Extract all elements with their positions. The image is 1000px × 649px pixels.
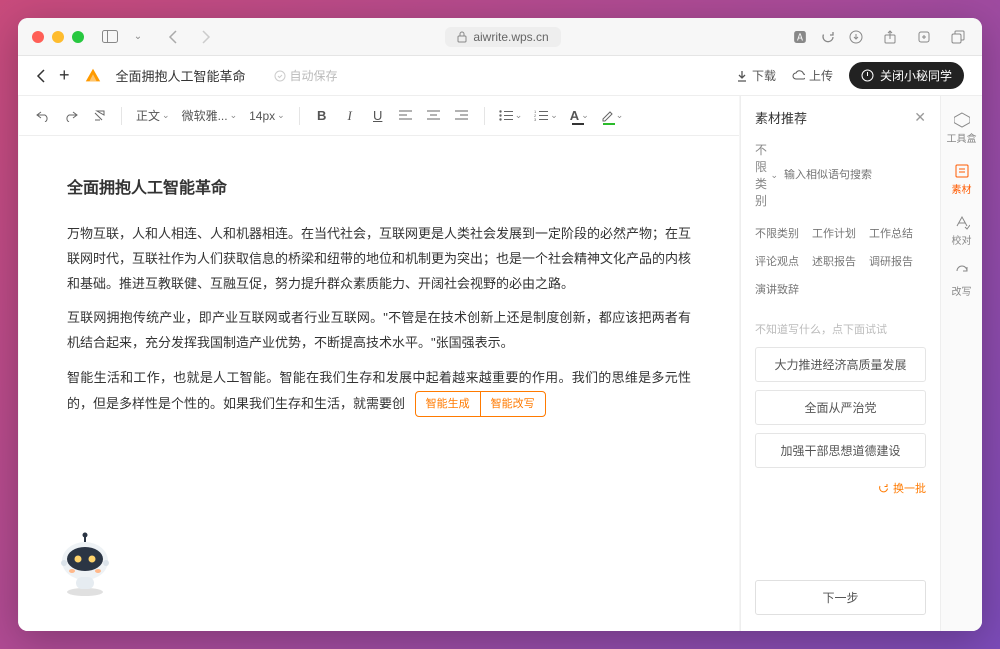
document-title[interactable]: 全面拥抱人工智能革命: [116, 66, 246, 85]
category-item[interactable]: 演讲致辞: [755, 275, 812, 303]
category-item[interactable]: 述职报告: [812, 247, 869, 275]
paragraph: 万物互联，人和人相连、人和机器相连。在当代社会，互联网更是人类社会发展到一定阶段…: [67, 222, 691, 296]
url-text: aiwrite.wps.cn: [473, 30, 548, 44]
font-color-button[interactable]: A⌄: [566, 104, 593, 128]
close-panel-icon[interactable]: ✕: [914, 109, 926, 126]
align-left-button[interactable]: [394, 104, 418, 128]
svg-text:3: 3: [534, 117, 537, 121]
panel-title: 素材推荐: [755, 108, 807, 127]
category-select[interactable]: 不限类别⌄: [755, 141, 778, 209]
align-right-button[interactable]: [450, 104, 474, 128]
material-search-input[interactable]: [784, 169, 926, 181]
document-heading: 全面拥抱人工智能革命: [67, 174, 691, 204]
category-item[interactable]: 评论观点: [755, 247, 812, 275]
tabs-icon[interactable]: [948, 27, 968, 47]
bold-button[interactable]: B: [310, 104, 334, 128]
paragraph: 智能生活和工作，也就是人工智能。智能在我们生存和发展中起着越来越重要的作用。我们…: [67, 366, 691, 418]
category-grid: 不限类别 工作计划 工作总结 评论观点 述职报告 调研报告 演讲致辞: [755, 219, 926, 303]
window-close[interactable]: [32, 31, 44, 43]
download-button[interactable]: 下载: [736, 67, 776, 84]
undo-button[interactable]: [31, 104, 55, 128]
font-family-select[interactable]: 微软雅...⌄: [178, 104, 242, 128]
editor-toolbar: 正文⌄ 微软雅...⌄ 14px⌄ B I U ⌄ 123⌄ A⌄ ⌄: [19, 96, 739, 136]
smart-actions: 智能生成 智能改写: [415, 391, 546, 418]
bullet-list-button[interactable]: ⌄: [495, 104, 527, 128]
close-assistant-button[interactable]: 关闭小秘同学: [849, 62, 964, 89]
sidebar-toggle-icon[interactable]: [100, 27, 120, 47]
hint-text: 不知道写什么，点下面试试: [755, 321, 926, 337]
wps-logo-icon: [84, 67, 102, 85]
new-doc-icon[interactable]: +: [59, 65, 70, 86]
rail-toolbox[interactable]: 工具盒: [943, 106, 981, 151]
number-list-button[interactable]: 123⌄: [530, 104, 562, 128]
rail-proofread[interactable]: 校对: [943, 208, 981, 253]
translate-icon[interactable]: 🅰: [790, 27, 810, 47]
browser-titlebar: ⌄ aiwrite.wps.cn 🅰: [18, 18, 982, 56]
next-step-button[interactable]: 下一步: [755, 580, 926, 615]
rail-rewrite[interactable]: 改写: [943, 259, 981, 304]
rail-material[interactable]: 素材: [943, 157, 981, 202]
category-item[interactable]: 调研报告: [869, 247, 926, 275]
font-size-select[interactable]: 14px⌄: [245, 104, 289, 128]
share-icon[interactable]: [880, 27, 900, 47]
category-item[interactable]: 工作总结: [869, 219, 926, 247]
category-item[interactable]: 不限类别: [755, 219, 812, 247]
underline-button[interactable]: U: [366, 104, 390, 128]
reload-icon[interactable]: [818, 27, 838, 47]
redo-button[interactable]: [59, 104, 83, 128]
window-maximize[interactable]: [72, 31, 84, 43]
new-tab-icon[interactable]: [914, 27, 934, 47]
material-panel: 素材推荐 ✕ 不限类别⌄ 不限类别 工作计划 工作总结 评论观点 述职报告 调研…: [740, 96, 940, 631]
right-rail: 工具盒 素材 校对 改写: [940, 96, 982, 631]
app-bar: + 全面拥抱人工智能革命 自动保存 下载 上传 关闭小秘同学: [18, 56, 982, 96]
assistant-avatar[interactable]: [50, 529, 120, 599]
paragraph-style-select[interactable]: 正文⌄: [132, 104, 174, 128]
nav-back-icon[interactable]: [162, 27, 182, 47]
paragraph: 互联网拥抱传统产业，即产业互联网或者行业互联网。"不管是在技术创新上还是制度创新…: [67, 306, 691, 355]
address-bar[interactable]: aiwrite.wps.cn: [445, 27, 560, 47]
suggestion-item[interactable]: 大力推进经济高质量发展: [755, 347, 926, 382]
category-item[interactable]: 工作计划: [812, 219, 869, 247]
autosave-status: 自动保存: [274, 67, 338, 84]
smart-generate-button[interactable]: 智能生成: [416, 392, 481, 417]
suggestion-item[interactable]: 加强干部思想道德建设: [755, 433, 926, 468]
download-icon[interactable]: [846, 27, 866, 47]
italic-button[interactable]: I: [338, 104, 362, 128]
highlight-color-button[interactable]: ⌄: [597, 104, 628, 128]
window-minimize[interactable]: [52, 31, 64, 43]
app-back-icon[interactable]: [36, 69, 45, 83]
suggestion-item[interactable]: 全面从严治党: [755, 390, 926, 425]
align-center-button[interactable]: [422, 104, 446, 128]
document-page[interactable]: 全面拥抱人工智能革命 万物互联，人和人相连、人和机器相连。在当代社会，互联网更是…: [19, 136, 739, 631]
smart-rewrite-button[interactable]: 智能改写: [481, 392, 545, 417]
refresh-suggestions-button[interactable]: 换一批: [755, 480, 926, 496]
lock-icon: [457, 31, 467, 43]
upload-button[interactable]: 上传: [792, 67, 833, 84]
format-clear-button[interactable]: [87, 104, 111, 128]
nav-forward-icon[interactable]: [196, 27, 216, 47]
chevron-down-icon[interactable]: ⌄: [128, 27, 148, 47]
